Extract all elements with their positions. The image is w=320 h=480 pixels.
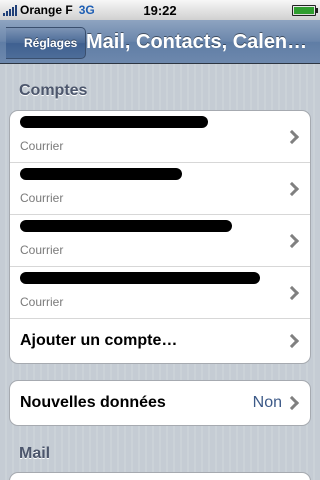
new-data-row[interactable]: Nouvelles données Non bbox=[10, 381, 310, 425]
fetch-group: Nouvelles données Non bbox=[9, 380, 311, 426]
add-account-row[interactable]: Ajouter un compte… bbox=[10, 319, 310, 363]
chevron-right-icon bbox=[284, 181, 300, 196]
mail-group bbox=[9, 472, 311, 480]
new-data-value: Non bbox=[252, 394, 282, 411]
chevron-right-icon bbox=[284, 333, 300, 349]
account-row[interactable]: Courrier bbox=[10, 111, 310, 163]
back-button[interactable]: Réglages bbox=[6, 27, 87, 59]
page-title: Mail, Contacts, Calen… bbox=[86, 31, 308, 53]
redacted-account-name bbox=[20, 116, 208, 128]
account-row[interactable]: Courrier bbox=[10, 215, 310, 267]
redacted-account-name bbox=[20, 168, 182, 180]
accounts-group: Courrier Courrier Courrier Courrier Ajou… bbox=[9, 110, 311, 364]
settings-content[interactable]: Comptes Courrier Courrier Courrier Courr… bbox=[0, 64, 320, 480]
chevron-right-icon bbox=[284, 233, 300, 248]
back-button-label: Réglages bbox=[24, 36, 78, 50]
redacted-account-name bbox=[20, 272, 260, 284]
account-row[interactable]: Courrier bbox=[10, 163, 310, 215]
section-header-mail: Mail bbox=[19, 445, 51, 462]
clock: 19:22 bbox=[143, 3, 177, 18]
chevron-right-icon bbox=[284, 285, 300, 300]
add-account-label: Ajouter un compte… bbox=[20, 332, 178, 349]
account-type: Courrier bbox=[20, 139, 64, 153]
redacted-account-name bbox=[20, 220, 232, 232]
account-type: Courrier bbox=[20, 191, 64, 205]
account-type: Courrier bbox=[20, 295, 64, 309]
chevron-right-icon bbox=[284, 395, 300, 411]
section-header-accounts: Comptes bbox=[19, 82, 88, 99]
navigation-bar: Réglages Mail, Contacts, Calen… bbox=[0, 20, 320, 64]
battery-icon bbox=[292, 5, 318, 16]
new-data-label: Nouvelles données bbox=[20, 394, 166, 411]
status-bar: Orange F 3G 19:22 bbox=[0, 0, 320, 20]
account-row[interactable]: Courrier bbox=[10, 267, 310, 319]
chevron-right-icon bbox=[284, 129, 300, 144]
account-type: Courrier bbox=[20, 243, 64, 257]
